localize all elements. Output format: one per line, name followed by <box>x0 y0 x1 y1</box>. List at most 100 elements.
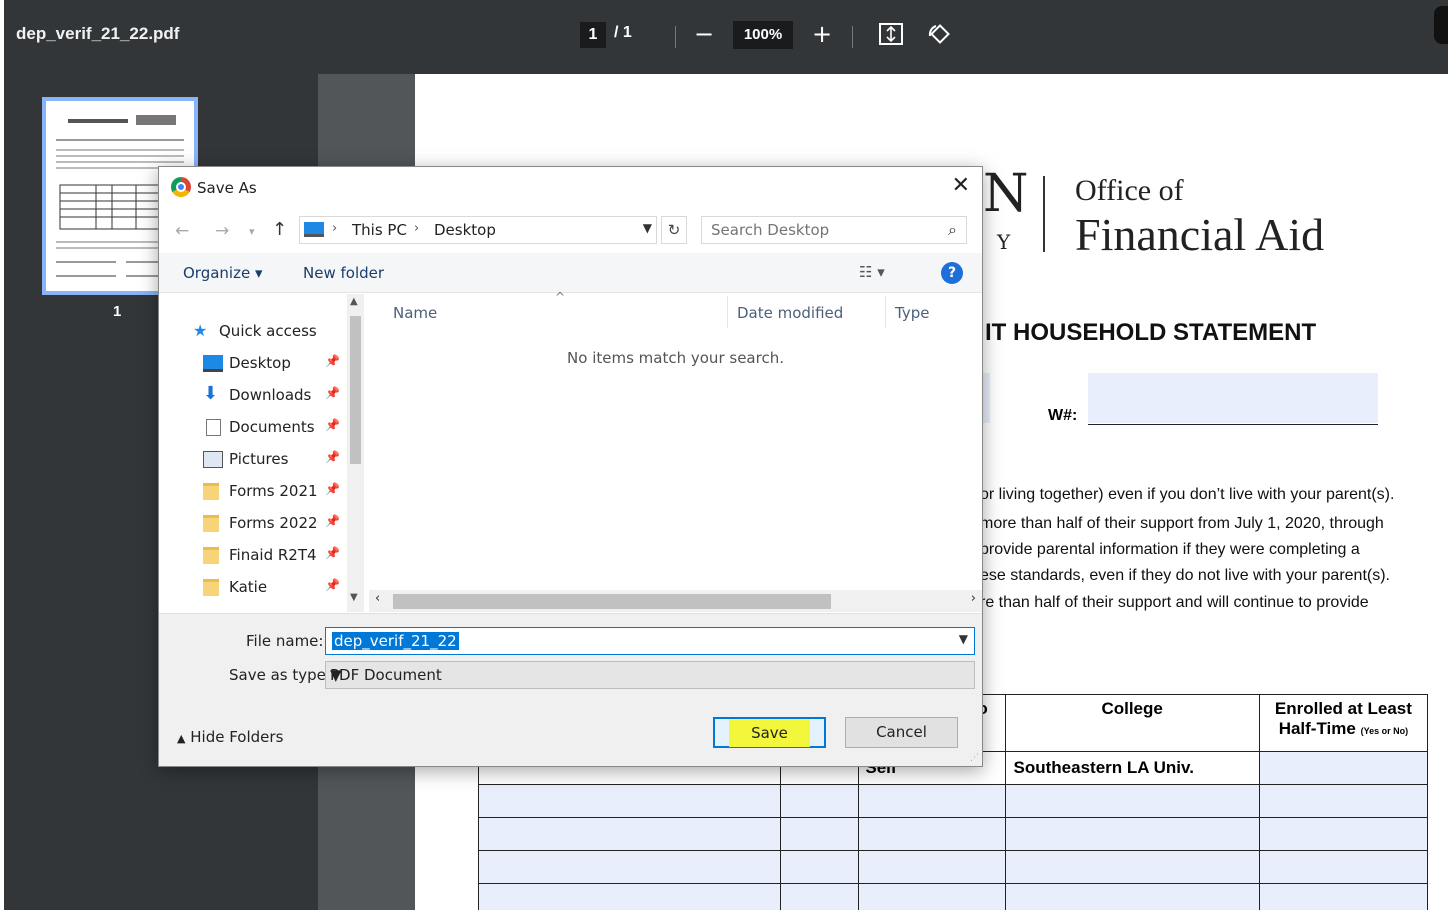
up-arrow-icon[interactable]: ↑ <box>272 219 287 240</box>
pin-icon: 📌 <box>325 418 340 432</box>
nav-item-folder[interactable]: Katie 📌 <box>203 578 340 596</box>
forward-arrow-icon[interactable]: → <box>215 221 229 241</box>
nav-scrollbar[interactable]: ▲ ▼ <box>347 294 364 612</box>
nav-item-pictures[interactable]: Pictures 📌 <box>203 450 340 468</box>
page-number-input[interactable]: 1 <box>580 22 606 48</box>
university-logo-fragment-2: Y <box>997 230 1011 254</box>
zoom-out-icon[interactable]: − <box>694 20 714 48</box>
view-options-icon[interactable]: ☷ ▾ <box>859 263 885 281</box>
file-name-input[interactable]: dep_verif_21_22 ▼ <box>325 627 975 655</box>
breadcrumb-this-pc[interactable]: This PC <box>352 221 407 239</box>
logo-divider <box>1043 176 1045 252</box>
zoom-level-input[interactable]: 100% <box>733 21 793 49</box>
file-name-label: File name: <box>246 632 324 650</box>
nav-item-documents[interactable]: Documents 📌 <box>206 418 340 436</box>
nav-item-folder[interactable]: Forms 2022 📌 <box>203 514 340 532</box>
search-box[interactable]: ⌕ <box>701 216 967 244</box>
column-divider <box>727 296 728 328</box>
scroll-up-icon[interactable]: ▲ <box>350 296 358 307</box>
save-type-select[interactable]: PDF Document ▼ <box>325 661 975 689</box>
enrolled-field[interactable] <box>1258 751 1429 785</box>
refresh-icon[interactable]: ↻ <box>661 216 687 244</box>
search-icon: ⌕ <box>948 220 957 239</box>
column-divider <box>885 296 886 328</box>
save-options-panel: File name: dep_verif_21_22 ▼ Save as typ… <box>159 613 982 766</box>
toolbar-divider <box>852 26 853 48</box>
save-button-label: Save <box>729 719 810 747</box>
download-arrow-icon: ⬇ <box>203 383 219 404</box>
scroll-right-icon[interactable]: › <box>971 591 976 606</box>
cancel-button[interactable]: Cancel <box>845 717 958 748</box>
table-row <box>477 850 1429 884</box>
office-title-line1: Office of <box>1075 174 1184 207</box>
back-arrow-icon[interactable]: ← <box>175 221 189 241</box>
scroll-thumb[interactable] <box>350 316 361 464</box>
breadcrumb-chevron-icon: › <box>414 221 420 236</box>
nav-item-downloads[interactable]: ⬇ Downloads 📌 <box>203 383 340 404</box>
zoom-in-icon[interactable]: + <box>812 20 832 48</box>
chrome-icon <box>171 177 191 197</box>
rotate-icon[interactable] <box>926 22 952 54</box>
hide-folders-toggle[interactable]: ▲ Hide Folders <box>177 728 283 746</box>
pin-icon: 📌 <box>325 386 340 400</box>
university-logo-fragment: N <box>983 164 1029 224</box>
paragraph-line: more than half of their support from Jul… <box>980 515 1384 532</box>
w-number-underline <box>1088 424 1378 425</box>
desktop-icon <box>203 355 223 372</box>
document-section-title: IT HOUSEHOLD STATEMENT <box>985 319 1317 346</box>
table-row <box>477 883 1429 910</box>
thumbnail-page-number: 1 <box>113 303 122 320</box>
document-filename: dep_verif_21_22.pdf <box>16 24 180 43</box>
column-header-name[interactable]: Name <box>393 304 437 322</box>
breadcrumb-chevron-icon: › <box>332 221 338 236</box>
address-bar[interactable]: › This PC › Desktop ▼ <box>299 216 657 244</box>
command-bar: Organize ▾ New folder ☷ ▾ ? <box>159 253 982 293</box>
save-type-dropdown-icon[interactable]: ▼ <box>330 666 968 684</box>
file-list: ^ Name Date modified Type No items match… <box>369 290 982 612</box>
organize-button[interactable]: Organize ▾ <box>183 264 263 282</box>
scroll-left-icon[interactable]: ‹ <box>375 591 380 606</box>
column-header-date-modified[interactable]: Date modified <box>737 304 843 322</box>
paragraph-line: ese standards, even if they do not live … <box>980 567 1390 584</box>
enrolled-header-line2: Half-Time <box>1278 719 1356 738</box>
pin-icon: 📌 <box>325 578 340 592</box>
folder-icon <box>203 579 219 596</box>
w-number-field[interactable] <box>1088 373 1378 423</box>
file-name-dropdown-icon[interactable]: ▼ <box>959 632 968 646</box>
dialog-title: Save As <box>197 179 257 197</box>
close-icon[interactable]: ✕ <box>952 173 970 198</box>
scroll-thumb[interactable] <box>393 594 831 609</box>
help-icon[interactable]: ? <box>941 262 963 284</box>
save-type-label: Save as type: <box>229 666 331 684</box>
navigation-pane: ★ Quick access Desktop 📌 ⬇ Downloads 📌 D… <box>159 294 349 612</box>
fit-page-icon[interactable] <box>878 22 904 52</box>
nav-item-quick-access[interactable]: ★ Quick access <box>193 321 317 340</box>
new-folder-button[interactable]: New folder <box>303 264 384 282</box>
nav-item-desktop[interactable]: Desktop 📌 <box>203 354 340 372</box>
column-header-college: College <box>1004 694 1260 752</box>
column-header-enrolled: Enrolled at Least Half-Time (Yes or No) <box>1258 694 1429 752</box>
window-corner <box>1434 6 1448 44</box>
file-name-value[interactable]: dep_verif_21_22 <box>332 632 459 650</box>
nav-item-folder[interactable]: Forms 2021 📌 <box>203 482 340 500</box>
cell-college: Southeastern LA Univ. <box>1004 751 1260 785</box>
w-number-label: W#: <box>1048 407 1078 424</box>
paragraph-line: or living together) even if you don’t li… <box>980 486 1395 503</box>
folder-icon <box>203 515 219 532</box>
nav-item-folder[interactable]: Finaid R2T4 📌 <box>203 546 340 564</box>
file-list-horizontal-scrollbar[interactable]: ‹ › <box>369 590 982 612</box>
resize-grip-icon[interactable]: ⋰ <box>970 753 979 763</box>
pin-icon: 📌 <box>325 450 340 464</box>
empty-results-message: No items match your search. <box>567 349 784 367</box>
search-input[interactable] <box>711 218 936 242</box>
chevron-up-icon: ▲ <box>177 732 186 745</box>
recent-locations-icon[interactable]: ▾ <box>249 225 255 238</box>
column-header-type[interactable]: Type <box>895 304 929 322</box>
sort-ascending-icon: ^ <box>555 290 566 304</box>
save-button[interactable]: Save <box>713 717 826 748</box>
scroll-down-icon[interactable]: ▼ <box>350 592 358 603</box>
address-dropdown-icon[interactable]: ▼ <box>643 221 652 235</box>
breadcrumb-desktop[interactable]: Desktop <box>434 221 496 239</box>
pictures-icon <box>203 451 223 468</box>
paragraph-line: provide parental information if they wer… <box>980 541 1360 558</box>
